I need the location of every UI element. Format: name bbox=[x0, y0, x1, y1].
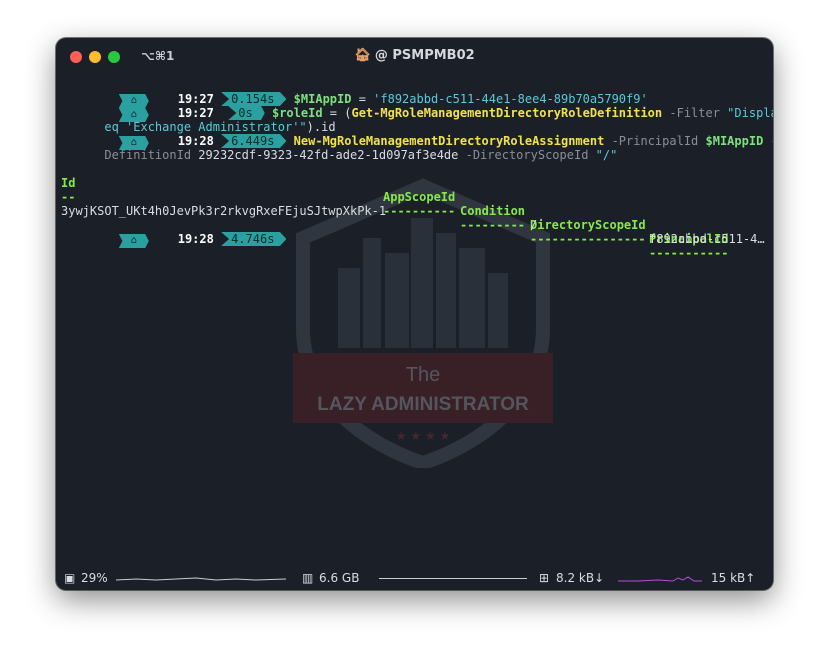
command-param: DefinitionId bbox=[104, 148, 192, 162]
network-down: 8.2 kB↓ bbox=[556, 571, 605, 585]
wrap-line-2: eq 'Exchange Administrator'").id bbox=[61, 106, 335, 134]
cell-id: 3ywjKSOT_UKt4h0JevPk3r2rkvgRxeFEjuSJtwpX… bbox=[61, 204, 387, 218]
memory-usage: 6.6 GB bbox=[319, 571, 360, 585]
wrap-line-3: DefinitionId 29232cdf-9323-42fd-ade2-1d0… bbox=[61, 134, 617, 162]
home-icon: ⌂ bbox=[118, 234, 149, 248]
cell-principalid: f892abbd-c511-4… bbox=[649, 232, 765, 246]
underline: ---------- bbox=[383, 204, 456, 218]
network-icon: ⊞ bbox=[539, 571, 550, 585]
watermark-stars: ★ ★ ★ ★ bbox=[396, 429, 450, 443]
command-param: -Role bbox=[763, 134, 773, 148]
header-condition: Condition bbox=[460, 204, 526, 218]
command-string: "/" bbox=[595, 148, 618, 162]
header-appscopeid: AppScopeId bbox=[383, 190, 456, 204]
cpu-sparkline bbox=[116, 577, 286, 581]
network-sparkline bbox=[618, 576, 702, 582]
cpu-usage: 29% bbox=[81, 571, 108, 585]
window-title: 🏠︎ @ PSMPMB02 bbox=[56, 48, 773, 63]
command-param: -DirectoryScopeId bbox=[458, 148, 596, 162]
cpu-icon: ▣ bbox=[64, 571, 76, 585]
command-cmdlet: Get-MgRoleManagementDirectoryRoleDefinit… bbox=[351, 106, 663, 120]
status-bar: ▣ 29% ▥ 6.6 GB ⊞ 8.2 kB↓ 15 kB↑ bbox=[56, 568, 773, 590]
underline: --------- bbox=[460, 218, 526, 232]
underline: ----------- bbox=[649, 246, 729, 260]
terminal-output[interactable]: ⌂ 19:27 0.154s $MIAppID = 'f892abbd-c511… bbox=[61, 78, 773, 372]
prompt-line-4: ⌂ 19:28 4.746s bbox=[61, 218, 287, 248]
command-param: -Filter bbox=[662, 106, 728, 120]
table-header: Id AppScopeId Condition DirectoryScopeId… bbox=[61, 162, 728, 246]
watermark-line2: LAZY ADMINISTRATOR bbox=[317, 394, 529, 415]
prompt-line-3: ⌂ 19:28 6.449s New-MgRoleManagementDirec… bbox=[61, 120, 773, 150]
cell-directoryscopeid: / bbox=[530, 218, 538, 232]
terminal-window: The LAZY ADMINISTRATOR ★ ★ ★ ★ ⌥⌘1 🏠︎ @ P… bbox=[56, 38, 773, 590]
table-underline: -- ---------- --------- ----------------… bbox=[61, 176, 728, 260]
memory-bar bbox=[379, 578, 527, 579]
table-row: 3ywjKSOT_UKt4h0JevPk3r2rkvgRxeFEjuSJtwpX… bbox=[61, 190, 765, 246]
network-up: 15 kB↑ bbox=[711, 571, 756, 585]
header-directoryscopeid: DirectoryScopeId bbox=[530, 218, 646, 232]
prompt-duration: 4.746s bbox=[221, 232, 287, 246]
command-value: 29232cdf-9323-42fd-ade2-1d097af3e4de bbox=[191, 148, 459, 162]
prompt-line-2: ⌂ 19:27 0s $roleId = (Get-MgRoleManageme… bbox=[61, 92, 773, 122]
prompt-line-1: ⌂ 19:27 0.154s $MIAppID = 'f892abbd-c511… bbox=[61, 78, 648, 108]
command-param: -PrincipalId bbox=[604, 134, 706, 148]
prompt-time: 19:28 bbox=[177, 232, 214, 246]
memory-icon: ▥ bbox=[302, 571, 314, 585]
window-title-text: @ PSMPMB02 bbox=[374, 48, 475, 63]
command-string: "DisplayName bbox=[727, 106, 773, 120]
apple-icon bbox=[104, 232, 118, 246]
command-variable: $MIAppID bbox=[705, 134, 764, 148]
title-bar: ⌥⌘1 🏠︎ @ PSMPMB02 bbox=[56, 38, 773, 76]
underline: ---------------- bbox=[530, 232, 646, 246]
house-icon: 🏠︎ bbox=[354, 48, 371, 63]
